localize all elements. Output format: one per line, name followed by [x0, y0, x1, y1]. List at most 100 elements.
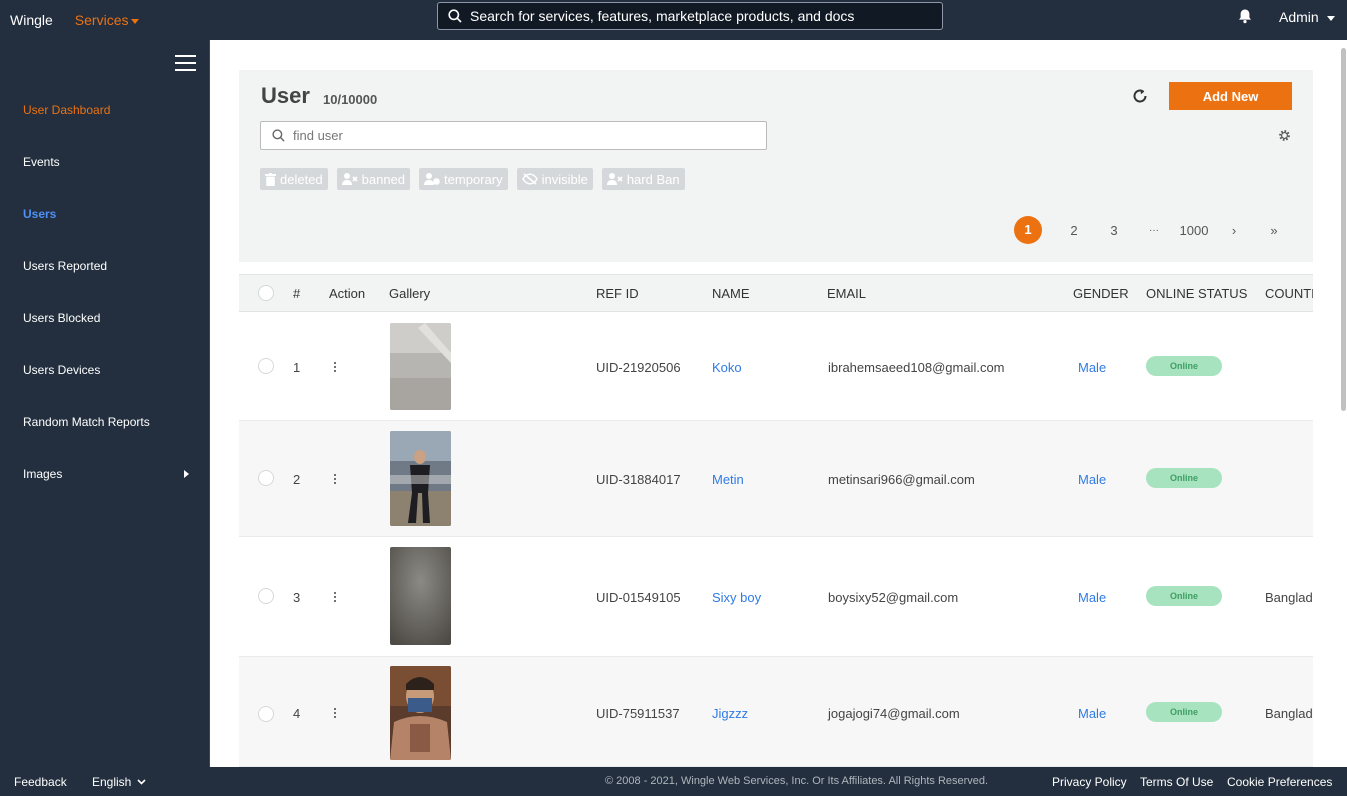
sidebar-item-images[interactable]: Images: [23, 467, 193, 481]
user-gallery-photo[interactable]: [390, 666, 451, 760]
user-name-link[interactable]: Metin: [712, 472, 744, 487]
page-1-button[interactable]: 1: [1014, 216, 1042, 244]
search-icon: [272, 129, 285, 142]
table-row[interactable]: 3 UID-01549105 Sixy boy boysixy52@gmail.…: [239, 537, 1313, 657]
user-country: Bangladesh: [1265, 706, 1313, 721]
hamburger-menu-icon[interactable]: [175, 55, 196, 71]
language-selector[interactable]: English: [92, 775, 146, 789]
sidebar-item-label: Images: [23, 467, 63, 481]
sidebar-item-events[interactable]: Events: [23, 155, 193, 169]
column-header-name[interactable]: NAME: [712, 286, 750, 301]
row-action-menu-icon[interactable]: [334, 592, 338, 604]
row-action-menu-icon[interactable]: [334, 708, 338, 720]
filter-label: invisible: [541, 171, 588, 187]
user-ban-icon: [606, 173, 623, 185]
row-checkbox[interactable]: [258, 588, 274, 604]
row-action-menu-icon[interactable]: [334, 362, 338, 374]
ref-id: UID-31884017: [596, 472, 681, 487]
column-header-email[interactable]: EMAIL: [827, 286, 866, 301]
language-label: English: [92, 775, 132, 789]
caret-down-icon: [131, 18, 140, 24]
terms-of-use-link[interactable]: Terms Of Use: [1140, 775, 1213, 789]
next-page-button[interactable]: ›: [1214, 223, 1254, 238]
services-label: Services: [74, 12, 129, 28]
user-name-link[interactable]: Koko: [712, 360, 742, 375]
global-search-input[interactable]: [470, 8, 930, 24]
column-header-action: Action: [329, 286, 366, 301]
sidebar-item-random-match-reports[interactable]: Random Match Reports: [23, 415, 193, 429]
chevron-down-icon: [137, 779, 146, 785]
sidebar-item-label: Users Devices: [23, 363, 101, 377]
column-header-ref-id[interactable]: REF ID: [596, 286, 639, 301]
row-number: 1: [293, 360, 301, 375]
column-header-country[interactable]: COUNTRY: [1265, 286, 1313, 301]
sidebar-item-user-dashboard[interactable]: User Dashboard: [23, 103, 193, 117]
refresh-icon[interactable]: [1130, 86, 1150, 106]
sidebar-item-users-blocked[interactable]: Users Blocked: [23, 311, 193, 325]
global-search[interactable]: [437, 2, 943, 30]
online-status-badge: Online: [1146, 586, 1222, 606]
online-status-badge: Online: [1146, 468, 1222, 488]
user-name-link[interactable]: Jigzzz: [712, 706, 748, 721]
filter-deleted[interactable]: deleted: [260, 168, 328, 190]
bell-icon[interactable]: [1237, 8, 1253, 24]
page-1000-button[interactable]: 1000: [1174, 223, 1214, 238]
user-gallery-photo[interactable]: [390, 323, 451, 410]
page-3-button[interactable]: 3: [1094, 223, 1134, 238]
sidebar-item-users[interactable]: Users: [23, 207, 193, 221]
user-clock-icon: [424, 173, 440, 185]
table-row[interactable]: 4 UID-75911537 Jigzzz jogajogi74@gmail.c…: [239, 657, 1313, 767]
table-header: # Action Gallery REF ID NAME EMAIL GENDE…: [239, 274, 1313, 312]
admin-menu[interactable]: Admin: [1279, 9, 1335, 25]
footer: Feedback English © 2008 - 2021, Wingle W…: [0, 767, 1347, 796]
filter-label: hard Ban: [626, 171, 680, 187]
row-checkbox[interactable]: [258, 358, 274, 374]
find-user-search[interactable]: [260, 121, 767, 150]
gear-icon[interactable]: [1278, 129, 1291, 142]
select-all-checkbox[interactable]: [258, 285, 274, 301]
row-action-menu-icon[interactable]: [334, 474, 338, 486]
add-new-button[interactable]: Add New: [1169, 82, 1292, 110]
row-number: 3: [293, 590, 301, 605]
column-header-gallery: Gallery: [389, 286, 431, 301]
chevron-down-icon: [1326, 15, 1335, 21]
gender-link[interactable]: Male: [1078, 472, 1106, 487]
table-row[interactable]: 1 UID-21920506 Koko ibrahemsaeed108@gmai…: [239, 312, 1313, 421]
gender-link[interactable]: Male: [1078, 360, 1106, 375]
last-page-button[interactable]: »: [1254, 223, 1294, 238]
row-checkbox[interactable]: [258, 706, 274, 722]
cookie-preferences-link[interactable]: Cookie Preferences: [1227, 775, 1332, 789]
find-user-input[interactable]: [293, 128, 753, 143]
column-header-number: #: [293, 286, 301, 301]
sidebar-item-users-reported[interactable]: Users Reported: [23, 259, 193, 273]
row-number: 2: [293, 472, 301, 487]
privacy-policy-link[interactable]: Privacy Policy: [1052, 775, 1127, 789]
filter-hard-ban[interactable]: hard Ban: [601, 168, 685, 190]
feedback-link[interactable]: Feedback: [14, 775, 67, 789]
ref-id: UID-01549105: [596, 590, 681, 605]
scrollbar-thumb[interactable]: [1341, 48, 1346, 411]
sidebar-item-users-devices[interactable]: Users Devices: [23, 363, 193, 377]
page-2-button[interactable]: 2: [1054, 223, 1094, 238]
filter-invisible[interactable]: invisible: [516, 168, 593, 190]
user-gallery-photo[interactable]: [390, 431, 451, 526]
user-gallery-photo[interactable]: [390, 547, 451, 645]
user-ban-icon: [341, 173, 358, 185]
filter-banned[interactable]: banned: [336, 168, 411, 190]
pagination: 1 2 3 ··· 1000 › »: [1014, 216, 1294, 244]
table-row[interactable]: 2 UID-31884017 Metin metinsari966@gmail.…: [239, 421, 1313, 537]
filter-temporary[interactable]: temporary: [419, 168, 508, 190]
sidebar-item-label: Users Blocked: [23, 311, 101, 325]
brand-logo[interactable]: Wingle: [10, 12, 53, 28]
sidebar: User Dashboard Events Users Users Report…: [0, 40, 210, 767]
column-header-online-status[interactable]: ONLINE STATUS: [1146, 286, 1247, 301]
row-checkbox[interactable]: [258, 470, 274, 486]
user-name-link[interactable]: Sixy boy: [712, 590, 761, 605]
page-title: User: [261, 83, 310, 108]
search-icon: [448, 9, 462, 23]
trash-icon: [265, 172, 276, 186]
services-menu[interactable]: Services: [75, 12, 140, 28]
column-header-gender[interactable]: GENDER: [1073, 286, 1129, 301]
gender-link[interactable]: Male: [1078, 706, 1106, 721]
gender-link[interactable]: Male: [1078, 590, 1106, 605]
